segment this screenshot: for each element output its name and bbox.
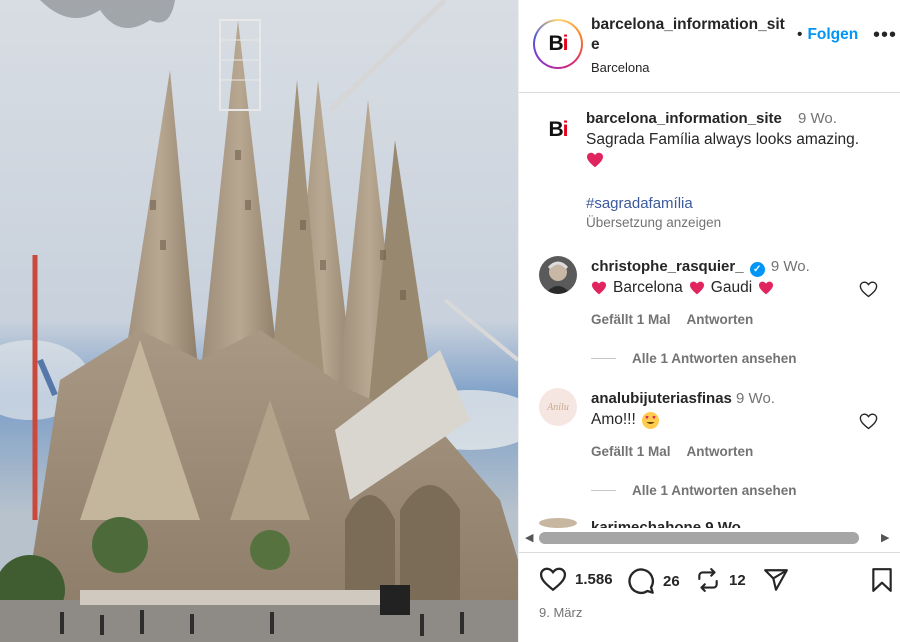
view-replies[interactable]: Alle 1 Antworten ansehen — [591, 351, 797, 366]
share-action[interactable] — [762, 567, 790, 593]
caption-hashtag[interactable]: #sagradafamília — [586, 195, 693, 212]
comment-avatar[interactable] — [539, 518, 577, 528]
comment-text: Amo!!! — [591, 411, 659, 429]
heart-emoji-icon — [586, 152, 604, 173]
heart-emoji-icon — [759, 281, 774, 295]
comment-time[interactable]: 9 Wo. — [771, 258, 810, 275]
view-replies-label[interactable]: Alle 1 Antworten ansehen — [632, 483, 797, 498]
like-action[interactable]: 1.586 — [539, 567, 613, 592]
comment-meta: Gefällt 1 Mal Antworten — [591, 312, 753, 327]
comment-username-text[interactable]: analubijuteriasfinas — [591, 390, 732, 407]
post-location[interactable]: Barcelona — [591, 60, 650, 75]
follow-label: Folgen — [807, 26, 859, 43]
repost-count[interactable]: 12 — [729, 572, 746, 589]
author-avatar[interactable]: Bi — [533, 19, 583, 69]
sagrada-familia-photo — [0, 0, 518, 642]
share-icon[interactable] — [762, 567, 790, 593]
reply-button[interactable]: Antworten — [687, 312, 754, 327]
post-image[interactable] — [0, 0, 518, 642]
scroll-right-icon[interactable]: ▶ — [881, 531, 889, 544]
replies-divider — [591, 490, 616, 491]
repost-action[interactable]: 12 — [695, 567, 746, 593]
comment-username[interactable]: christophe_rasquier_ ✓ 9 Wo. — [591, 258, 810, 277]
follow-button[interactable]: • Folgen — [797, 26, 858, 44]
comment-username-text[interactable]: christophe_rasquier_ — [591, 258, 744, 275]
comment-username[interactable]: analubijuteriasfinas 9 Wo. — [591, 390, 775, 407]
comment-time[interactable]: 9 Wo. — [736, 390, 775, 407]
view-replies[interactable]: Alle 1 Antworten ansehen — [591, 483, 797, 498]
comment-likes[interactable]: Gefällt 1 Mal — [591, 312, 671, 327]
comment-likes[interactable]: Gefällt 1 Mal — [591, 444, 671, 459]
heart-emoji-icon — [689, 281, 704, 295]
more-icon[interactable]: ••• — [873, 25, 897, 45]
comment-avatar[interactable] — [539, 256, 577, 294]
comment-text: Barcelona Gaudi — [591, 279, 774, 297]
comment-count[interactable]: 26 — [663, 573, 680, 590]
view-replies-label[interactable]: Alle 1 Antworten ansehen — [632, 351, 797, 366]
post-sidebar: Bi barcelona_information_site Barcelona … — [518, 0, 900, 642]
heart-icon[interactable] — [539, 567, 567, 592]
comment-action[interactable]: 26 — [627, 567, 680, 595]
action-bar: 1.586 26 12 9. März — [519, 552, 900, 642]
scrollbar-thumb[interactable] — [539, 532, 859, 544]
caption-text: Sagrada Família always looks amazing. — [586, 131, 860, 148]
comment-text-part: Gaudi — [710, 279, 753, 296]
comment-text-part: Barcelona — [613, 279, 683, 296]
author-username[interactable]: barcelona_information_site — [591, 15, 791, 55]
caption-username[interactable]: barcelona_information_site — [586, 110, 782, 127]
post-header: Bi barcelona_information_site Barcelona … — [519, 0, 900, 93]
follow-separator: • — [797, 26, 803, 43]
avatar-logo-text: Anilu — [547, 401, 569, 413]
horizontal-scrollbar[interactable]: ◀ ▶ — [519, 528, 900, 548]
comment-like-icon[interactable] — [859, 281, 878, 303]
comment-icon[interactable] — [627, 567, 655, 595]
heart-emoji-icon — [592, 281, 606, 295]
heart-eyes-emoji-icon — [641, 411, 659, 429]
like-count[interactable]: 1.586 — [575, 571, 613, 588]
comment-meta: Gefällt 1 Mal Antworten — [591, 444, 753, 459]
caption-avatar[interactable]: Bi — [541, 113, 575, 147]
comment-text-part: Amo!!! — [591, 411, 636, 428]
bi-logo: Bi — [537, 23, 579, 65]
post-date[interactable]: 9. März — [539, 605, 582, 620]
comment-avatar[interactable]: Anilu — [539, 388, 577, 426]
bookmark-icon[interactable] — [871, 567, 893, 593]
translate-link[interactable]: Übersetzung anzeigen — [586, 215, 721, 230]
reply-button[interactable]: Antworten — [687, 444, 754, 459]
bookmark-action[interactable] — [871, 567, 893, 593]
repost-icon[interactable] — [695, 567, 721, 593]
scroll-left-icon[interactable]: ◀ — [525, 531, 533, 544]
caption-time[interactable]: 9 Wo. — [798, 110, 837, 127]
comment-like-icon[interactable] — [859, 413, 878, 435]
verified-icon: ✓ — [749, 262, 765, 277]
replies-divider — [591, 358, 616, 359]
